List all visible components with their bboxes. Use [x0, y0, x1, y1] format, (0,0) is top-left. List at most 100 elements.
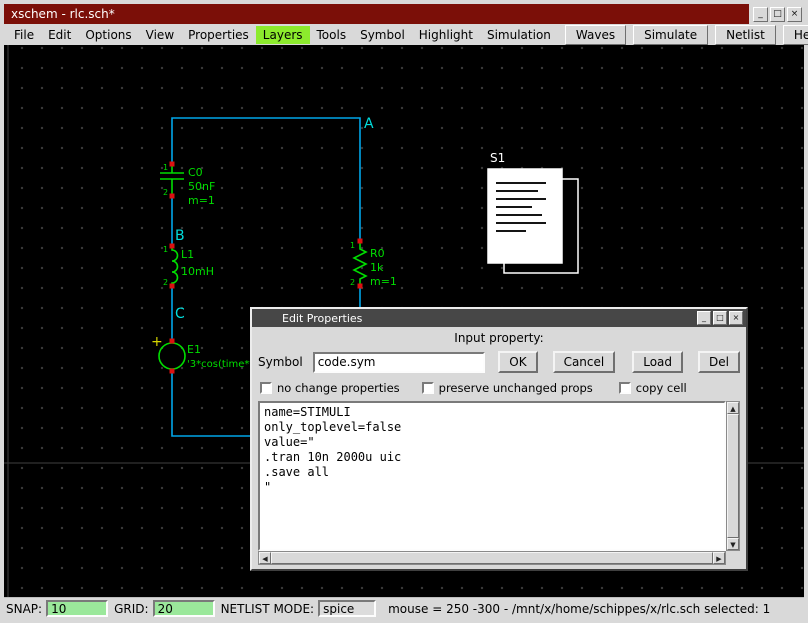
horizontal-scrollbar[interactable]: ◀ ▶: [258, 551, 726, 565]
source-plus-sign: +: [151, 334, 163, 350]
no-change-properties-checkbox[interactable]: [260, 382, 272, 394]
symbol-label: Symbol: [258, 355, 303, 369]
menu-view[interactable]: View: [139, 26, 181, 44]
xschem-window: xschem - rlc.sch* _ □ × File Edit Option…: [0, 0, 808, 623]
capacitor-c0[interactable]: 1 2 C0 50nF m=1: [160, 162, 215, 208]
pin-marker: [170, 244, 175, 249]
window-title: xschem - rlc.sch*: [4, 4, 749, 24]
inductor-name: L1: [181, 248, 194, 261]
mouse-status-text: mouse = 250 -300 - /mnt/x/home/schippes/…: [388, 602, 770, 616]
symbol-row: Symbol OK Cancel Load Del: [255, 351, 743, 373]
cancel-button[interactable]: Cancel: [553, 351, 616, 373]
inductor-pin1-number: 1: [163, 245, 168, 254]
menu-properties[interactable]: Properties: [181, 26, 256, 44]
copy-cell-label: copy cell: [636, 381, 687, 395]
source-value: '3*cos(time*ti: [187, 359, 256, 370]
preserve-unchanged-props-checkbox[interactable]: [422, 382, 434, 394]
menu-edit[interactable]: Edit: [41, 26, 78, 44]
resistor-value: 1k: [370, 261, 384, 274]
properties-textarea[interactable]: name=STIMULI only_toplevel=false value="…: [258, 401, 726, 551]
copy-cell-checkbox[interactable]: [619, 382, 631, 394]
dialog-maximize-icon[interactable]: □: [713, 311, 727, 325]
input-property-label: Input property:: [255, 331, 743, 345]
capacitor-pin1-number: 1: [163, 163, 168, 172]
source-e1[interactable]: + E1 '3*cos(time*ti: [151, 334, 256, 374]
scroll-left-icon[interactable]: ◀: [259, 552, 271, 564]
preserve-unchanged-props-label: preserve unchanged props: [439, 381, 593, 395]
menubar: File Edit Options View Properties Layers…: [4, 24, 804, 45]
pin-marker: [358, 239, 363, 244]
menu-highlight[interactable]: Highlight: [412, 26, 480, 44]
titlebar: xschem - rlc.sch* _ □ ×: [4, 4, 804, 24]
inductor-pin2-number: 2: [163, 278, 168, 287]
resistor-r0[interactable]: 1 2 R0 1k m=1: [350, 239, 397, 289]
resistor-mult: m=1: [370, 275, 397, 288]
pin-marker: [170, 194, 175, 199]
copy-cell-option[interactable]: copy cell: [619, 381, 687, 395]
help-button[interactable]: Help: [783, 25, 808, 45]
dialog-titlebar[interactable]: Edit Properties _ □ ×: [252, 309, 746, 327]
dialog-close-icon[interactable]: ×: [729, 311, 743, 325]
maximize-icon[interactable]: □: [770, 7, 785, 22]
waves-button[interactable]: Waves: [565, 25, 626, 45]
menu-options[interactable]: Options: [78, 26, 138, 44]
menu-tools[interactable]: Tools: [310, 26, 354, 44]
no-change-properties-option[interactable]: no change properties: [260, 381, 400, 395]
pin-marker: [358, 284, 363, 289]
scroll-right-icon[interactable]: ▶: [713, 552, 725, 564]
del-button[interactable]: Del: [698, 351, 740, 373]
scrollbar-corner: [726, 551, 740, 565]
menu-symbol[interactable]: Symbol: [353, 26, 412, 44]
checkbox-row: no change properties preserve unchanged …: [260, 381, 738, 395]
net-label-c[interactable]: C: [175, 306, 185, 322]
vertical-scrollbar[interactable]: ▲ ▼: [726, 401, 740, 551]
pin-marker: [170, 339, 175, 344]
menu-file[interactable]: File: [7, 26, 41, 44]
preserve-unchanged-props-option[interactable]: preserve unchanged props: [422, 381, 593, 395]
source-name: E1: [187, 343, 201, 356]
netlist-mode-input[interactable]: [318, 600, 376, 617]
menu-layers[interactable]: Layers: [256, 26, 310, 44]
horizontal-scroll-thumb[interactable]: [271, 552, 713, 564]
snap-label: SNAP:: [6, 602, 42, 616]
edit-properties-dialog: Edit Properties _ □ × Input property: Sy…: [250, 307, 748, 571]
vertical-scroll-thumb[interactable]: [727, 414, 739, 538]
pin-marker: [170, 284, 175, 289]
no-change-properties-label: no change properties: [277, 381, 400, 395]
dialog-body: Input property: Symbol OK Cancel Load De…: [252, 327, 746, 569]
resistor-name: R0: [370, 247, 385, 260]
simulate-button[interactable]: Simulate: [633, 25, 708, 45]
net-label-a[interactable]: A: [364, 116, 374, 132]
net-label-b[interactable]: B: [175, 228, 185, 244]
load-button[interactable]: Load: [632, 351, 683, 373]
inductor-l1[interactable]: 1 2 L1 10mH: [163, 244, 214, 289]
snap-input[interactable]: [46, 600, 108, 617]
dialog-title: Edit Properties: [282, 312, 695, 325]
ok-button[interactable]: OK: [498, 351, 537, 373]
statusbar: SNAP: GRID: NETLIST MODE: mouse = 250 -3…: [4, 597, 804, 619]
pin-marker: [170, 162, 175, 167]
symbol-input[interactable]: [313, 352, 486, 373]
netlist-mode-label: NETLIST MODE:: [221, 602, 315, 616]
netlist-button[interactable]: Netlist: [715, 25, 776, 45]
minimize-icon[interactable]: _: [753, 7, 768, 22]
capacitor-value: 50nF: [188, 180, 215, 193]
close-icon[interactable]: ×: [787, 7, 802, 22]
pin-marker: [170, 369, 175, 374]
capacitor-name: C0: [188, 166, 203, 179]
properties-editor: name=STIMULI only_toplevel=false value="…: [258, 401, 740, 565]
code-block-name: S1: [490, 151, 505, 165]
capacitor-pin2-number: 2: [163, 188, 168, 197]
inductor-value: 10mH: [181, 265, 214, 278]
resistor-pin1-number: 1: [350, 241, 355, 250]
schematic-canvas[interactable]: A B C 1 2 C0 50nF m=1 1 2 L1 10mH: [4, 45, 804, 597]
menu-simulation[interactable]: Simulation: [480, 26, 558, 44]
grid-input[interactable]: [153, 600, 215, 617]
scroll-down-icon[interactable]: ▼: [727, 538, 739, 550]
resistor-pin2-number: 2: [350, 278, 355, 287]
capacitor-mult: m=1: [188, 194, 215, 207]
scroll-up-icon[interactable]: ▲: [727, 402, 739, 414]
grid-label: GRID:: [114, 602, 148, 616]
dialog-minimize-icon[interactable]: _: [697, 311, 711, 325]
code-block-s1[interactable]: S1: [488, 151, 578, 273]
